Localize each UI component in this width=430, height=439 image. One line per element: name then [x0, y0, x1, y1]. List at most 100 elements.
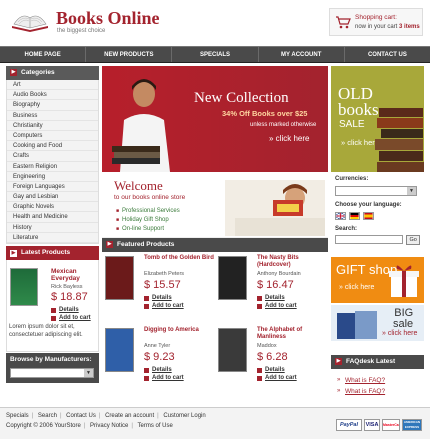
latest-product-price: $ 18.87: [51, 291, 88, 303]
new-collection-banner[interactable]: New Collection 34% Off Books over $25 un…: [102, 66, 328, 172]
product-card: The Alphabet of Manliness Maddox $ 6.28 …: [215, 324, 328, 395]
arrow-icon: ▶: [335, 357, 342, 365]
big-sale-click-link[interactable]: » click here: [382, 330, 417, 337]
search-input[interactable]: [335, 235, 404, 244]
add-to-cart-link[interactable]: Add to cart: [152, 303, 184, 309]
product-title[interactable]: The Alphabet of Manliness: [257, 327, 329, 341]
latest-product-description: Lorem ipsum dolor sit et, consectetuer a…: [9, 324, 83, 338]
site-title[interactable]: Books Online: [56, 8, 160, 29]
category-item-business[interactable]: Business: [7, 111, 98, 121]
footer-link-customer-login[interactable]: Customer Login: [163, 413, 205, 419]
category-item-literature[interactable]: Literature: [7, 233, 98, 243]
add-to-cart-link[interactable]: Add to cart: [265, 375, 297, 381]
old-books-sale-banner[interactable]: OLD books SALE » click here: [331, 66, 424, 172]
category-item-audio-books[interactable]: Audio Books: [7, 90, 98, 101]
footer-link-contact[interactable]: Contact Us: [66, 413, 96, 419]
cart-bullet-icon: [144, 304, 149, 309]
details-link[interactable]: Details: [265, 295, 285, 301]
category-item-graphic-novels[interactable]: Graphic Novels: [7, 202, 98, 213]
category-item-engineering[interactable]: Engineering: [7, 172, 98, 182]
uk-flag-icon[interactable]: [335, 212, 346, 220]
gift-shop-banner[interactable]: GIFT shop » click here: [331, 257, 424, 303]
open-book-logo-icon[interactable]: [10, 4, 50, 36]
category-item-christianity[interactable]: Christianity: [7, 121, 98, 131]
product-cover[interactable]: [218, 256, 247, 300]
banner-note: unless marked otherwise: [250, 122, 317, 128]
welcome-item[interactable]: ■ On-line Support: [116, 225, 180, 234]
add-to-cart-link[interactable]: Add to cart: [152, 375, 184, 381]
nav-home-page[interactable]: HOME PAGE: [0, 47, 87, 62]
manufacturers-title: Browse by Manufacturers:: [10, 356, 92, 363]
faq-item-link[interactable]: What is FAQ?: [345, 377, 385, 384]
category-item-gay-and-lesbian[interactable]: Gay and Lesbian: [7, 192, 98, 203]
faq-item-link[interactable]: What is FAQ?: [345, 388, 385, 395]
welcome-title: Welcome: [114, 178, 163, 193]
gift-click-link[interactable]: » click here: [339, 284, 374, 291]
product-author: Maddox: [257, 343, 277, 349]
latest-add-to-cart-link[interactable]: Add to cart: [59, 315, 91, 321]
manufacturers-select[interactable]: ▼: [10, 368, 94, 378]
banner-click-link[interactable]: » click here: [269, 134, 309, 143]
product-title[interactable]: Digging to America: [144, 327, 216, 334]
product-author: Anthony Bourdain: [257, 271, 301, 277]
latest-details-link[interactable]: Details: [59, 307, 79, 313]
featured-products-header: ▶ Featured Products: [102, 238, 328, 252]
shopping-cart-box[interactable]: Shopping cart: now in your cart 3 items: [329, 8, 423, 36]
category-item-computers[interactable]: Computers: [7, 131, 98, 142]
details-link[interactable]: Details: [152, 295, 172, 301]
arrow-icon: ▶: [10, 250, 17, 257]
details-link[interactable]: Details: [265, 367, 285, 373]
category-item-foreign-languages[interactable]: Foreign Languages: [7, 182, 98, 193]
product-title[interactable]: The Nasty Bits (Hardcover): [257, 255, 329, 269]
details-bullet-icon: [257, 368, 262, 373]
product-price: $ 9.23: [144, 351, 175, 363]
category-item-history[interactable]: History: [7, 223, 98, 233]
nav-new-products[interactable]: NEW PRODUCTS: [86, 47, 173, 62]
footer-link-specials[interactable]: Specials: [6, 413, 29, 419]
search-go-button[interactable]: Go: [406, 235, 420, 245]
dropdown-arrow-icon[interactable]: ▼: [84, 369, 93, 377]
category-item-eastern-religion[interactable]: Eastern Religion: [7, 162, 98, 172]
add-to-cart-link[interactable]: Add to cart: [265, 303, 297, 309]
category-item-art[interactable]: Art: [7, 80, 98, 91]
details-link[interactable]: Details: [152, 367, 172, 373]
cart-count[interactable]: 3 items: [399, 24, 420, 30]
product-cover[interactable]: [105, 328, 134, 372]
latest-product-title[interactable]: Mexican Everyday: [51, 268, 98, 282]
language-flags: [335, 212, 420, 220]
details-bullet-icon: [51, 308, 56, 313]
welcome-item-label: Holiday Gift Shop: [122, 217, 169, 223]
product-title[interactable]: Tomb of the Golden Bird: [144, 255, 216, 262]
nav-contact-us[interactable]: CONTACT US: [345, 47, 430, 62]
footer-link-privacy[interactable]: Privacy Notice: [90, 423, 128, 429]
category-item-crafts[interactable]: Crafts: [7, 151, 98, 162]
big-sale-banner[interactable]: BIG sale » click here: [331, 305, 424, 341]
category-item-cooking[interactable]: Cooking and Food: [7, 141, 98, 152]
nav-specials[interactable]: SPECIALS: [172, 47, 259, 62]
spain-flag-icon[interactable]: [363, 212, 374, 220]
dropdown-arrow-icon[interactable]: ▼: [407, 187, 416, 195]
latest-product: Mexican Everyday Rick Bayless $ 18.87 De…: [6, 260, 99, 352]
footer-link-terms[interactable]: Terms of Use: [138, 423, 173, 429]
old-books-click-link[interactable]: » click here: [341, 138, 379, 147]
category-item-biography[interactable]: Biography: [7, 100, 98, 111]
shopping-cart-icon: [336, 16, 351, 29]
germany-flag-icon[interactable]: [349, 212, 360, 220]
cart-now-text: now in your cart: [355, 24, 398, 30]
nav-my-account[interactable]: MY ACCOUNT: [259, 47, 345, 62]
faqdesk-header: ▶ FAQdesk Latest: [331, 355, 424, 369]
category-item-health[interactable]: Health and Medicine: [7, 212, 98, 223]
welcome-item[interactable]: ■ Holiday Gift Shop: [116, 216, 180, 225]
product-card: Digging to America Anne Tyler $ 9.23 Det…: [102, 324, 215, 395]
footer-link-create-account[interactable]: Create an account: [105, 413, 154, 419]
welcome-item[interactable]: ■ Professional Services: [116, 207, 180, 216]
product-cover[interactable]: [218, 328, 247, 372]
big-sale-sale: sale: [393, 318, 414, 330]
latest-products-title: Latest Products: [21, 249, 71, 256]
product-author: Elizabeth Peters: [144, 271, 185, 277]
footer-link-search[interactable]: Search: [38, 413, 57, 419]
latest-product-cover[interactable]: [10, 268, 38, 306]
product-cover[interactable]: [105, 256, 134, 300]
product-price: $ 6.28: [257, 351, 288, 363]
currencies-select[interactable]: ▼: [335, 186, 417, 196]
